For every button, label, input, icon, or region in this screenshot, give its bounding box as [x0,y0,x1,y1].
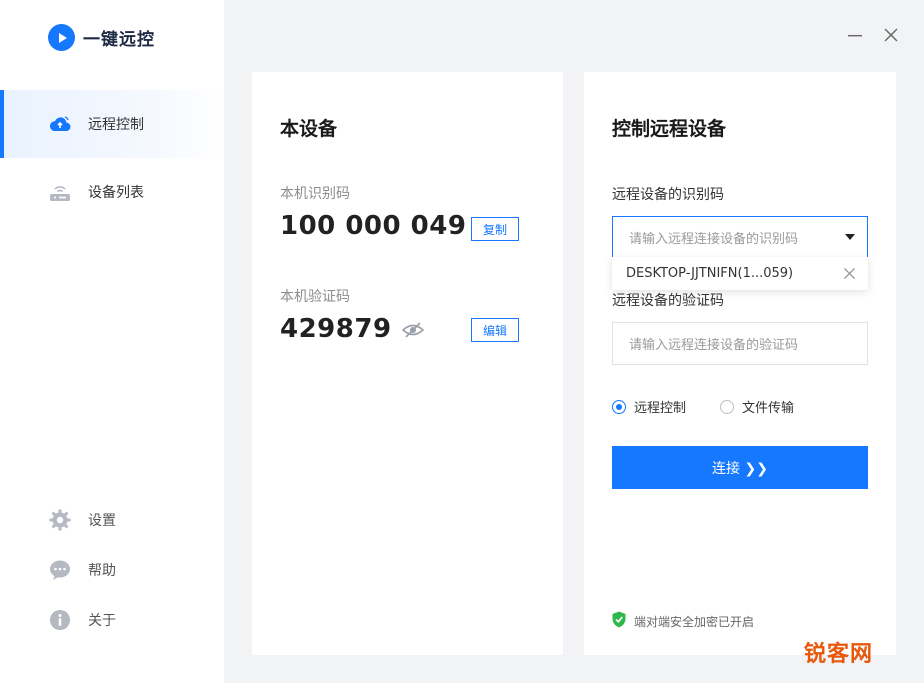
secure-status: 端对端安全加密已开启 [612,611,754,631]
connect-button[interactable]: 连接 ❯❯ [612,446,868,489]
close-icon [884,28,898,42]
radio-remote-control[interactable] [612,399,626,414]
remote-code-input[interactable]: 请输入远程连接设备的验证码 [612,322,868,365]
info-icon [48,608,72,632]
remote-code-label: 远程设备的验证码 [612,293,724,309]
eye-off-icon[interactable] [401,322,425,342]
edit-button[interactable]: 编辑 [471,318,520,342]
minimize-icon [848,35,862,37]
close-button[interactable] [880,24,902,46]
watermark: 锐客网 [804,642,874,667]
sidebar-item-help[interactable]: 帮助 [48,558,116,582]
radio-label: 文件传输 [742,401,795,416]
help-label: 帮助 [88,563,116,579]
sidebar-item-device-list[interactable]: 设备列表 [0,158,224,226]
sidebar-item-settings[interactable]: 设置 [48,508,116,532]
minimize-button[interactable] [844,24,866,46]
shield-check-icon [612,611,626,631]
caret-down-icon[interactable] [845,234,855,240]
sidebar: 一键远控 远程控制 设备列表 设置 帮助 关于 [0,0,224,683]
sidebar-item-about[interactable]: 关于 [48,608,116,632]
radio-file-transfer[interactable] [720,399,735,414]
local-id-label: 本机识别码 [280,186,350,202]
settings-label: 设置 [88,513,116,529]
remote-code-placeholder: 请输入远程连接设备的验证码 [629,338,799,353]
sidebar-item-label: 远程控制 [88,117,144,133]
copy-button[interactable]: 复制 [471,217,520,241]
mode-radio-group: 远程控制 文件传输 [612,397,794,416]
mode-file-transfer[interactable]: 文件传输 [720,397,794,416]
app-logo: 一键远控 [48,24,155,51]
local-code-label: 本机验证码 [280,289,350,305]
radio-label: 远程控制 [634,401,687,416]
play-logo-icon [48,24,75,51]
app-title: 一键远控 [83,30,155,50]
local-code-value: 429879 [280,314,392,344]
sidebar-item-remote-control[interactable]: 远程控制 [0,90,224,158]
cloud-remote-icon [48,112,72,136]
suggestion-text: DESKTOP-JJTNIFN(1...059) [626,266,794,281]
remote-device-title: 控制远程设备 [612,118,727,140]
mode-remote-control[interactable]: 远程控制 [612,397,686,416]
local-id-value: 100 000 049 [280,211,467,241]
router-icon [48,180,72,204]
sidebar-item-label: 设备列表 [88,185,144,201]
local-device-title: 本设备 [280,118,338,140]
about-label: 关于 [88,613,116,629]
close-icon[interactable] [843,267,856,280]
device-suggestion-item[interactable]: DESKTOP-JJTNIFN(1...059) [612,257,868,290]
gear-icon [48,508,72,532]
remote-id-input[interactable]: 请输入远程连接设备的识别码 [612,216,868,259]
remote-id-label: 远程设备的识别码 [612,187,724,203]
chat-help-icon [48,558,72,582]
remote-id-placeholder: 请输入远程连接设备的识别码 [629,232,799,247]
local-device-card: 本设备 本机识别码 100 000 049 复制 本机验证码 429879 编辑 [252,72,563,655]
secure-text: 端对端安全加密已开启 [634,614,755,629]
remote-device-card: 控制远程设备 远程设备的识别码 请输入远程连接设备的识别码 远程设备的验证码 请… [584,72,896,655]
